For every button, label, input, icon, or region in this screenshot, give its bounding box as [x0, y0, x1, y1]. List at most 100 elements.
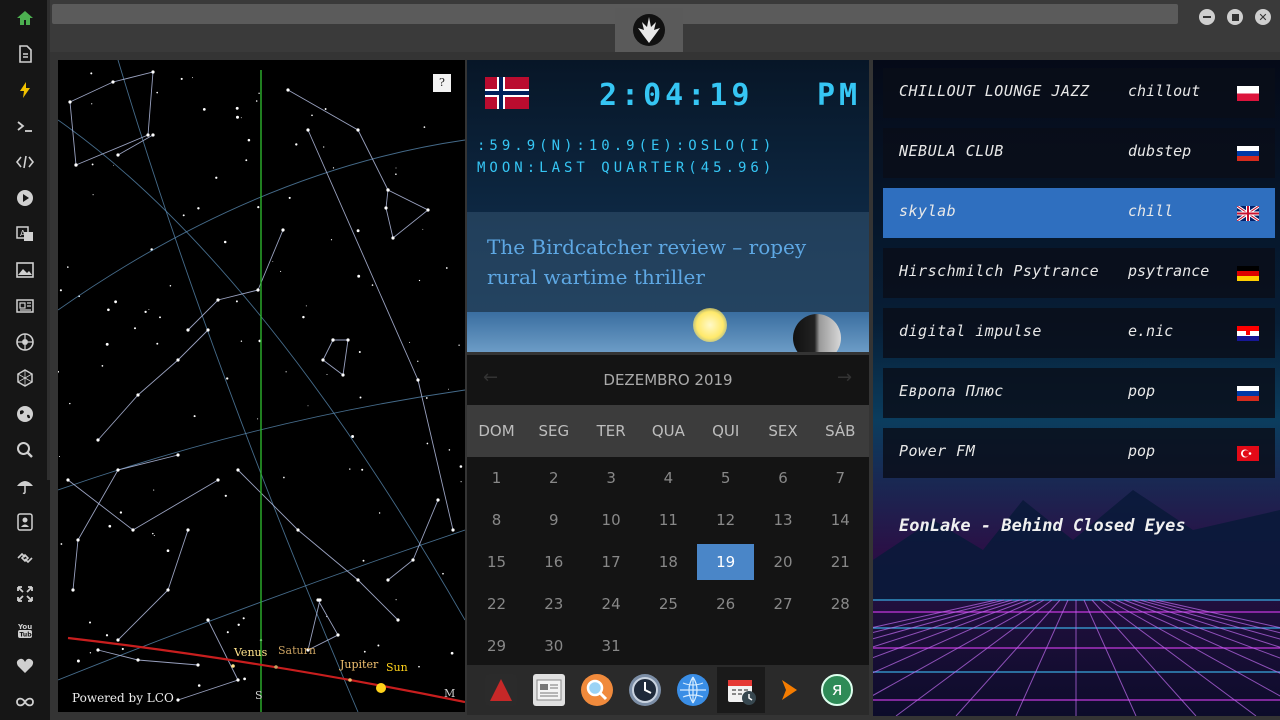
constellation-line	[97, 329, 209, 441]
sidebar-item-document[interactable]	[9, 40, 41, 68]
calendar-day[interactable]: 11	[640, 502, 697, 538]
star	[442, 572, 444, 575]
calendar-day[interactable]: 18	[640, 544, 697, 580]
calendar-day[interactable]: 4	[640, 460, 697, 496]
launcher-icon[interactable]	[485, 674, 517, 706]
minimize-button[interactable]	[1199, 9, 1215, 25]
sidebar-item-aperture[interactable]	[9, 328, 41, 356]
star	[151, 70, 155, 74]
calendar-day[interactable]: 22	[468, 586, 525, 622]
sidebar-item-fullscreen[interactable]	[9, 580, 41, 608]
calendar-day[interactable]: 17	[583, 544, 640, 580]
calendar-day[interactable]: 30	[525, 628, 582, 664]
calendar-day[interactable]: 10	[583, 502, 640, 538]
yandex-app-icon[interactable]: я	[821, 674, 853, 706]
sidebar-item-contacts[interactable]	[9, 508, 41, 536]
star	[305, 305, 307, 307]
heart-icon	[16, 658, 34, 673]
sidebar-scrollbar[interactable]	[47, 0, 50, 480]
sidebar-item-link[interactable]	[9, 544, 41, 572]
calendar-day[interactable]: 6	[755, 460, 812, 496]
calendar-day[interactable]: 28	[812, 586, 869, 622]
station-row[interactable]: CHILLOUT LOUNGE JAZZ chillout	[883, 68, 1275, 118]
saturn-marker[interactable]	[274, 665, 278, 669]
calendar-day[interactable]: 5	[697, 460, 754, 496]
star	[247, 138, 251, 142]
calendar-day[interactable]: 9	[525, 502, 582, 538]
station-name: NEBULA CLUB	[899, 142, 1004, 160]
sidebar-item-home[interactable]	[9, 4, 41, 32]
news-app-icon[interactable]	[533, 674, 565, 706]
station-row[interactable]: digital impulse e.nic	[883, 308, 1275, 358]
calendar-next-button[interactable]: →	[837, 367, 852, 388]
calendar-day[interactable]: 23	[525, 586, 582, 622]
sidebar-item-globe[interactable]	[9, 400, 41, 428]
sidebar-item-play[interactable]	[9, 184, 41, 212]
sun-marker[interactable]	[376, 683, 386, 693]
calendar-day[interactable]: 14	[812, 502, 869, 538]
station-row-selected[interactable]: skylab chill	[883, 188, 1275, 238]
help-button[interactable]: ?	[433, 74, 451, 92]
browser-app-icon[interactable]	[677, 674, 709, 706]
star	[236, 468, 240, 472]
station-row[interactable]: Power FM pop	[883, 428, 1275, 478]
sidebar-item-search[interactable]	[9, 436, 41, 464]
sky-map-panel[interactable]: Venus Saturn Jupiter Sun S M ? Powered by LCO	[58, 60, 465, 712]
grid-line	[1147, 599, 1280, 634]
star	[76, 538, 80, 542]
calendar-day[interactable]: 27	[755, 586, 812, 622]
sidebar-item-infinity[interactable]	[9, 688, 41, 716]
calendar-day[interactable]: 21	[812, 544, 869, 580]
sidebar-item-umbrella[interactable]	[9, 472, 41, 500]
calendar-day[interactable]: 16	[525, 544, 582, 580]
star	[71, 588, 75, 592]
news-headline[interactable]: The Birdcatcher review – ropey rural war…	[487, 232, 857, 292]
sidebar-item-code[interactable]	[9, 148, 41, 176]
calendar-day[interactable]: 13	[755, 502, 812, 538]
calendar-day[interactable]: 2	[525, 460, 582, 496]
sidebar-item-terminal[interactable]	[9, 112, 41, 140]
calendar-day[interactable]: 12	[697, 502, 754, 538]
star	[176, 453, 180, 457]
calendar-day[interactable]: 8	[468, 502, 525, 538]
calendar-day[interactable]: 31	[583, 628, 640, 664]
star	[67, 266, 69, 268]
star	[257, 206, 260, 209]
calendar-day[interactable]: 3	[583, 460, 640, 496]
maximize-button[interactable]	[1227, 9, 1243, 25]
calendar-day-today[interactable]: 19	[697, 544, 755, 580]
umbrella-icon	[17, 481, 33, 495]
star	[280, 270, 282, 272]
russia-flag-icon	[1237, 146, 1259, 161]
sidebar-item-lightning[interactable]	[9, 76, 41, 104]
sidebar-item-heart[interactable]	[9, 652, 41, 680]
calendar-day[interactable]: 24	[583, 586, 640, 622]
star	[182, 214, 185, 217]
sidebar-item-image[interactable]	[9, 256, 41, 284]
sidebar-item-translate[interactable]: A	[9, 220, 41, 248]
logo-tab[interactable]	[615, 8, 683, 52]
search-app-icon[interactable]	[581, 674, 613, 706]
calendar-day[interactable]: 15	[468, 544, 525, 580]
calendar-day[interactable]: 1	[468, 460, 525, 496]
station-row[interactable]: NEBULA CLUB dubstep	[883, 128, 1275, 178]
star	[448, 449, 451, 451]
calendar-day[interactable]: 25	[640, 586, 697, 622]
calendar-day[interactable]: 29	[468, 628, 525, 664]
station-row[interactable]: Hirschmilch Psytrance psytrance	[883, 248, 1275, 298]
calendar-day[interactable]: 26	[697, 586, 754, 622]
station-row[interactable]: Европа Плюс pop	[883, 368, 1275, 418]
sidebar-item-news[interactable]	[9, 292, 41, 320]
close-button[interactable]: ✕	[1255, 9, 1271, 25]
clock-app-icon[interactable]	[629, 674, 661, 706]
sidebar-item-youtube[interactable]: You Tube	[9, 616, 41, 644]
sidebar-item-hexagon[interactable]	[9, 364, 41, 392]
calendar-day[interactable]: 20	[755, 544, 812, 580]
globe-icon	[17, 406, 33, 422]
play-app-icon[interactable]	[773, 674, 805, 706]
calendar-day[interactable]: 7	[812, 460, 869, 496]
venus-marker[interactable]	[231, 664, 235, 668]
jupiter-marker[interactable]	[348, 678, 352, 682]
calendar-app-icon[interactable]	[725, 674, 757, 706]
star	[92, 194, 94, 196]
